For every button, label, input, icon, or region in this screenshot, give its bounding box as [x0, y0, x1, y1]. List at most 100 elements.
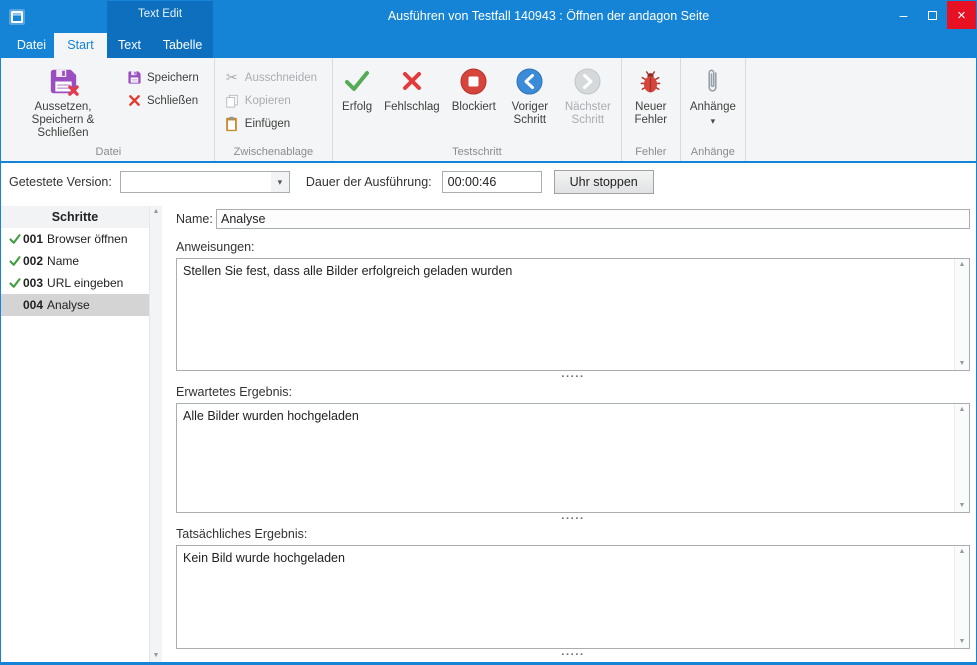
check-icon [6, 233, 23, 245]
tab-datei[interactable]: Datei [9, 33, 54, 58]
paste-button[interactable]: Einfügen [220, 112, 325, 135]
steps-panel: Schritte 001 Browser öffnen 002 Name [1, 206, 162, 662]
titlebar-row: Ausführen von Testfall 140943 : Öffnen d… [1, 1, 976, 33]
tab-text[interactable]: Text [107, 33, 152, 58]
close-button[interactable]: × [947, 1, 976, 29]
step-label: Browser öffnen [47, 232, 128, 246]
version-input[interactable] [121, 172, 271, 192]
execution-toolbar: Getestete Version: ▾ Dauer der Ausführun… [1, 163, 976, 201]
close-testcase-label: Schließen [147, 95, 198, 107]
next-step-button[interactable]: Nächster Schritt [558, 60, 618, 145]
copy-icon [222, 94, 242, 108]
close-testcase-button[interactable]: Schließen [122, 89, 207, 112]
blocked-button[interactable]: Blockiert [446, 60, 502, 145]
expected-label: Erwartetes Ergebnis: [176, 385, 970, 399]
duration-input[interactable] [442, 171, 542, 193]
app-icon [8, 8, 26, 26]
minimize-icon: – [900, 7, 908, 23]
step-row-003[interactable]: 003 URL eingeben [1, 272, 149, 294]
duration-label: Dauer der Ausführung: [306, 175, 432, 189]
name-row: Name: [176, 209, 970, 229]
group-label-zwischenablage: Zwischenablage [215, 145, 332, 161]
attachments-button[interactable]: Anhänge ▾ [684, 60, 742, 145]
steps-list: Schritte 001 Browser öffnen 002 Name [1, 206, 149, 662]
ribbon-group-anhaenge: Anhänge ▾ Anhänge [681, 58, 746, 161]
suspend-save-close-button[interactable]: Aussetzen, Speichern & Schließen [6, 60, 120, 145]
green-check-icon [343, 64, 371, 98]
next-step-label: Nächster Schritt [564, 101, 612, 127]
ribbon-tabs: Datei Start Text Tabelle [9, 33, 213, 58]
version-combobox[interactable]: ▾ [120, 171, 290, 193]
fail-label: Fehlschlag [384, 101, 440, 114]
copy-label: Kopieren [245, 95, 291, 107]
main-area: Schritte 001 Browser öffnen 002 Name [1, 201, 976, 662]
paperclip-icon [705, 64, 720, 98]
scroll-up-icon[interactable]: ▲ [959, 548, 966, 556]
scroll-down-icon[interactable]: ▼ [959, 502, 966, 510]
ribbon-groups: Aussetzen, Speichern & Schließen [1, 58, 976, 161]
ribbon-group-fehler: Neuer Fehler Fehler [622, 58, 681, 161]
clipboard-icon [222, 116, 242, 132]
step-row-002[interactable]: 002 Name [1, 250, 149, 272]
tab-tabelle[interactable]: Tabelle [152, 33, 213, 58]
scroll-down-icon[interactable]: ▼ [959, 360, 966, 368]
paste-label: Einfügen [245, 118, 290, 130]
ribbon: Aussetzen, Speichern & Schließen [1, 58, 976, 163]
red-x-icon [124, 94, 144, 107]
window: Text Edit Ausführen von Testfall 140943 … [0, 0, 977, 665]
instructions-textbox: Stellen Sie fest, dass alle Bilder erfol… [176, 258, 970, 371]
minimize-button[interactable]: – [889, 1, 918, 29]
save-label: Speichern [147, 72, 199, 84]
splitter-handle[interactable]: ····· [176, 371, 970, 383]
previous-step-button[interactable]: Voriger Schritt [502, 60, 558, 145]
expected-scrollbar[interactable]: ▲ ▼ [954, 404, 969, 512]
actual-textarea[interactable]: Kein Bild wurde hochgeladen [177, 546, 954, 648]
cut-button[interactable]: ✂ Ausschneiden [220, 66, 325, 89]
group-label-testschritt: Testschritt [333, 145, 621, 161]
instructions-label: Anweisungen: [176, 240, 970, 254]
copy-button[interactable]: Kopieren [220, 89, 325, 112]
fail-button[interactable]: Fehlschlag [378, 60, 446, 145]
step-row-004[interactable]: 004 Analyse [1, 294, 149, 316]
check-icon [6, 255, 23, 267]
scroll-down-icon[interactable]: ▼ [153, 652, 160, 660]
step-label: Name [47, 254, 79, 268]
titlebar: Text Edit Ausführen von Testfall 140943 … [1, 1, 976, 58]
actual-scrollbar[interactable]: ▲ ▼ [954, 546, 969, 648]
instructions-scrollbar[interactable]: ▲ ▼ [954, 259, 969, 370]
previous-step-label: Voriger Schritt [508, 101, 552, 127]
arrow-right-circle-icon [574, 64, 601, 98]
check-icon [6, 277, 23, 289]
name-input[interactable] [216, 209, 970, 229]
instructions-textarea[interactable]: Stellen Sie fest, dass alle Bilder erfol… [177, 259, 954, 370]
tab-start[interactable]: Start [54, 33, 107, 58]
expected-textarea[interactable]: Alle Bilder wurden hochgeladen [177, 404, 954, 512]
arrow-left-circle-icon [516, 64, 543, 98]
step-number: 001 [23, 232, 43, 246]
version-dropdown-button[interactable]: ▾ [271, 172, 289, 192]
chevron-down-icon: ▾ [711, 115, 716, 128]
scroll-down-icon[interactable]: ▼ [959, 638, 966, 646]
maximize-icon [928, 11, 937, 20]
steps-scrollbar[interactable]: ▲ ▼ [149, 206, 162, 662]
splitter-handle[interactable]: ····· [176, 513, 970, 525]
step-label: Analyse [47, 298, 90, 312]
step-row-001[interactable]: 001 Browser öffnen [1, 228, 149, 250]
stop-circle-icon [460, 64, 487, 98]
group-label-datei: Datei [3, 145, 214, 161]
save-button[interactable]: Speichern [122, 66, 207, 89]
new-error-button[interactable]: Neuer Fehler [625, 60, 677, 145]
new-error-label: Neuer Fehler [631, 101, 671, 127]
scroll-up-icon[interactable]: ▲ [959, 261, 966, 269]
ribbon-group-datei: Aussetzen, Speichern & Schließen [3, 58, 215, 161]
blocked-label: Blockiert [452, 101, 496, 114]
step-number: 002 [23, 254, 43, 268]
splitter-handle[interactable]: ····· [176, 649, 970, 661]
success-button[interactable]: Erfolg [336, 60, 378, 145]
scroll-up-icon[interactable]: ▲ [959, 406, 966, 414]
maximize-button[interactable] [918, 1, 947, 29]
window-title: Ausführen von Testfall 140943 : Öffnen d… [226, 1, 871, 33]
bug-icon [638, 64, 663, 98]
stop-clock-button[interactable]: Uhr stoppen [554, 170, 654, 194]
scroll-up-icon[interactable]: ▲ [153, 208, 160, 216]
